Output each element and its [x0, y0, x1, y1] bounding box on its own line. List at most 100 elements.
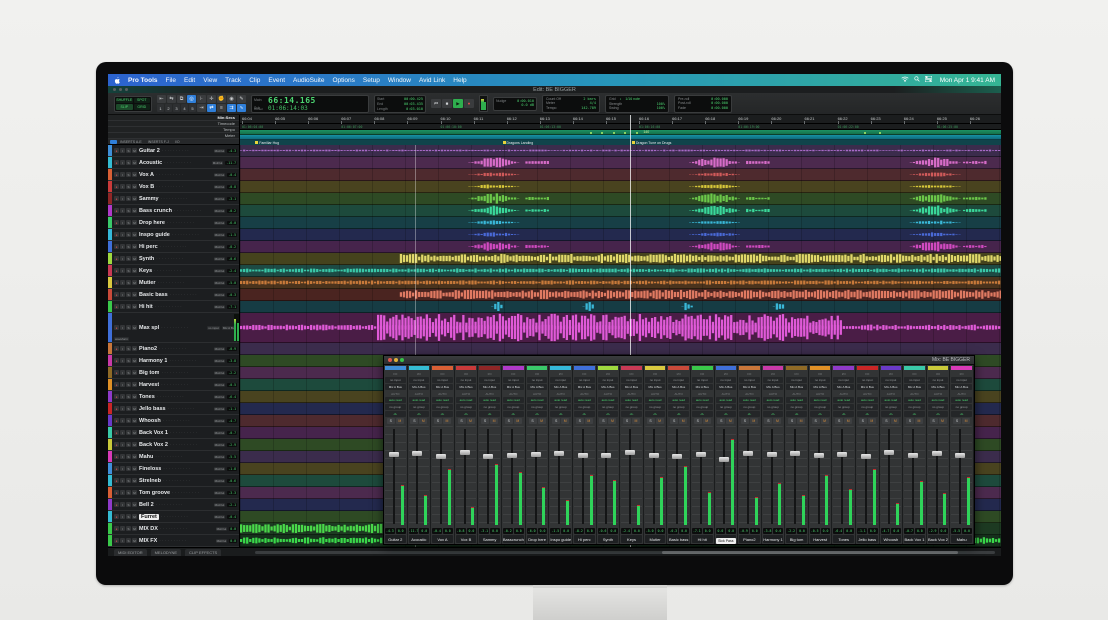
solo-button[interactable]: S	[670, 418, 678, 424]
track-row-basic-bass[interactable]: ●ISMBasic bass··········MstOut-0.3	[108, 289, 239, 301]
output-selector[interactable]: Mix A Bus	[503, 384, 524, 390]
group-selector[interactable]: no group	[881, 404, 902, 410]
output-selector[interactable]: Mix A Bus	[716, 384, 737, 390]
tab-transient[interactable]: ⇥	[197, 104, 206, 112]
channel-fader[interactable]	[951, 426, 972, 527]
pan-readout[interactable]: ‹0›	[928, 411, 949, 417]
output-selector[interactable]: Mix A Bus	[456, 384, 477, 390]
rollrows-row[interactable]: Pre-roll0:00.000	[678, 97, 728, 101]
solo-button[interactable]: S	[126, 304, 131, 309]
solo-button[interactable]: S	[835, 418, 843, 424]
mute-button[interactable]: M	[132, 208, 137, 213]
menu-item-avid-link[interactable]: Avid Link	[419, 77, 445, 84]
menu-item-event[interactable]: Event	[268, 77, 285, 84]
solo-button[interactable]: S	[410, 418, 418, 424]
track-output[interactable]: MstOut	[214, 407, 226, 411]
channel-name[interactable]: Hi perc	[574, 535, 595, 543]
mixer-strip-basscrunch[interactable]: I/Ono inputMix A BusAUTOauto readno grou…	[502, 365, 526, 544]
volume-readout[interactable]: -2.4	[621, 528, 631, 534]
track-name[interactable]: Keys	[139, 268, 152, 274]
mute-button[interactable]: M	[773, 418, 781, 424]
pan-readout-value[interactable]: 0.0	[514, 528, 524, 534]
volume-readout[interactable]: -5.0	[645, 528, 655, 534]
fader-cap[interactable]	[932, 451, 942, 456]
track-row-whoosh[interactable]: ●ISMWhoosh··········MstOut-4.7	[108, 415, 239, 427]
record-enable-button[interactable]: ●	[114, 430, 119, 435]
track-row-inspo-guide[interactable]: ●ISMInspo guide··········MstOut-1.5	[108, 229, 239, 241]
input-selector[interactable]: no input	[763, 377, 784, 383]
volume-readout[interactable]: -4.7	[881, 528, 891, 534]
output-selector[interactable]: Mix A Bus	[621, 384, 642, 390]
trim-tool[interactable]: ⇤	[157, 95, 166, 103]
input-monitor-button[interactable]: I	[120, 172, 125, 177]
solo-button[interactable]: S	[788, 418, 796, 424]
solo-button[interactable]: S	[126, 232, 131, 237]
mute-button[interactable]: M	[962, 418, 970, 424]
channel-name[interactable]: Harvest	[810, 535, 831, 543]
track-name[interactable]: Synth	[139, 256, 154, 262]
zoom-window-icon[interactable]	[400, 358, 404, 362]
mute-button[interactable]: M	[132, 454, 137, 459]
mix-window-titlebar[interactable]: Mix: BE BIGGER	[384, 356, 974, 365]
lane-max-spl[interactable]	[240, 313, 1001, 343]
pan-readout-value[interactable]: 0.0	[585, 528, 595, 534]
group-selector[interactable]: no group	[432, 404, 453, 410]
input-monitor-button[interactable]: I	[120, 382, 125, 387]
solo-button[interactable]: S	[694, 418, 702, 424]
fader-cap[interactable]	[861, 454, 871, 459]
channel-fader[interactable]	[763, 426, 784, 527]
pan-readout-value[interactable]: 0.0	[632, 528, 642, 534]
menu-item-window[interactable]: Window	[388, 77, 411, 84]
track-name[interactable]: Hi perc	[139, 244, 158, 250]
input-monitor-button[interactable]: I	[120, 220, 125, 225]
track-volume-readout[interactable]: -0.6	[227, 257, 237, 261]
main-counter-value[interactable]: 66:14.165	[268, 97, 366, 105]
solo-button[interactable]: S	[387, 418, 395, 424]
input-selector[interactable]: no input	[692, 377, 713, 383]
automation-mode[interactable]: auto read	[692, 397, 713, 403]
fader-cap[interactable]	[412, 451, 422, 456]
automation-mode[interactable]: auto read	[786, 397, 807, 403]
input-selector[interactable]: no input	[621, 377, 642, 383]
track-volume-readout[interactable]: -0.5	[227, 383, 237, 387]
pan-readout[interactable]: ‹0›	[503, 411, 524, 417]
channel-name[interactable]: Back Vox 1	[904, 535, 925, 543]
channel-fader[interactable]	[692, 426, 713, 527]
track-volume-readout[interactable]: -1.5	[227, 233, 237, 237]
input-monitor-button[interactable]: I	[120, 325, 125, 330]
track-volume-readout[interactable]: -3.8	[227, 359, 237, 363]
channel-fader[interactable]	[716, 426, 737, 527]
selection-start[interactable]: Start00:00.425	[377, 97, 423, 101]
input-monitor-button[interactable]: I	[120, 466, 125, 471]
mute-button[interactable]: M	[132, 292, 137, 297]
mixer-strip-whoosh[interactable]: I/Ono inputMix A BusAUTOauto readno grou…	[880, 365, 904, 544]
marker-dragons-landing[interactable]: Dragons Landing	[503, 141, 534, 145]
lane-hi-perc[interactable]	[240, 241, 1001, 253]
insertion-follows[interactable]: ⇉	[227, 104, 236, 112]
track-row-guitar-2[interactable]: ●ISMGuitar 2··········MstOut-4.3	[108, 145, 239, 157]
pan-readout-value[interactable]: 0.0	[821, 528, 831, 534]
record-enable-button[interactable]: ●	[114, 466, 119, 471]
fader-cap[interactable]	[554, 451, 564, 456]
pan-readout[interactable]: ‹0›	[904, 411, 925, 417]
input-selector[interactable]: no input	[503, 377, 524, 383]
mute-button[interactable]: M	[132, 304, 137, 309]
record-enable-button[interactable]: ●	[114, 382, 119, 387]
automation-mode[interactable]: auto read	[456, 397, 477, 403]
input-monitor-button[interactable]: I	[120, 244, 125, 249]
pan-readout-value[interactable]: 0.0	[419, 528, 429, 534]
track-output[interactable]: MstOut	[214, 419, 226, 423]
track-name[interactable]: MIX FX	[139, 538, 157, 544]
track-row-back-vox-1[interactable]: ●ISMBack Vox 1··········MstOut-0.7	[108, 427, 239, 439]
group-selector[interactable]: no group	[574, 404, 595, 410]
track-row-sammy[interactable]: ●ISMSammy··········MstOut-3.1	[108, 193, 239, 205]
edit-selection-display[interactable]: Start00:00.425End00:03.435Length0:03.010	[374, 95, 426, 113]
mute-button[interactable]: M	[132, 346, 137, 351]
track-volume-readout[interactable]: -0.8	[227, 185, 237, 189]
automation-mode[interactable]: auto read	[881, 397, 902, 403]
volume-readout[interactable]: 0.0	[716, 528, 726, 534]
track-row-strelneb[interactable]: ●ISMStrelneb··········MstOut-0.6	[108, 475, 239, 487]
input-selector[interactable]: no input	[857, 377, 878, 383]
solo-button[interactable]: S	[623, 418, 631, 424]
wifi-icon[interactable]	[901, 76, 909, 84]
